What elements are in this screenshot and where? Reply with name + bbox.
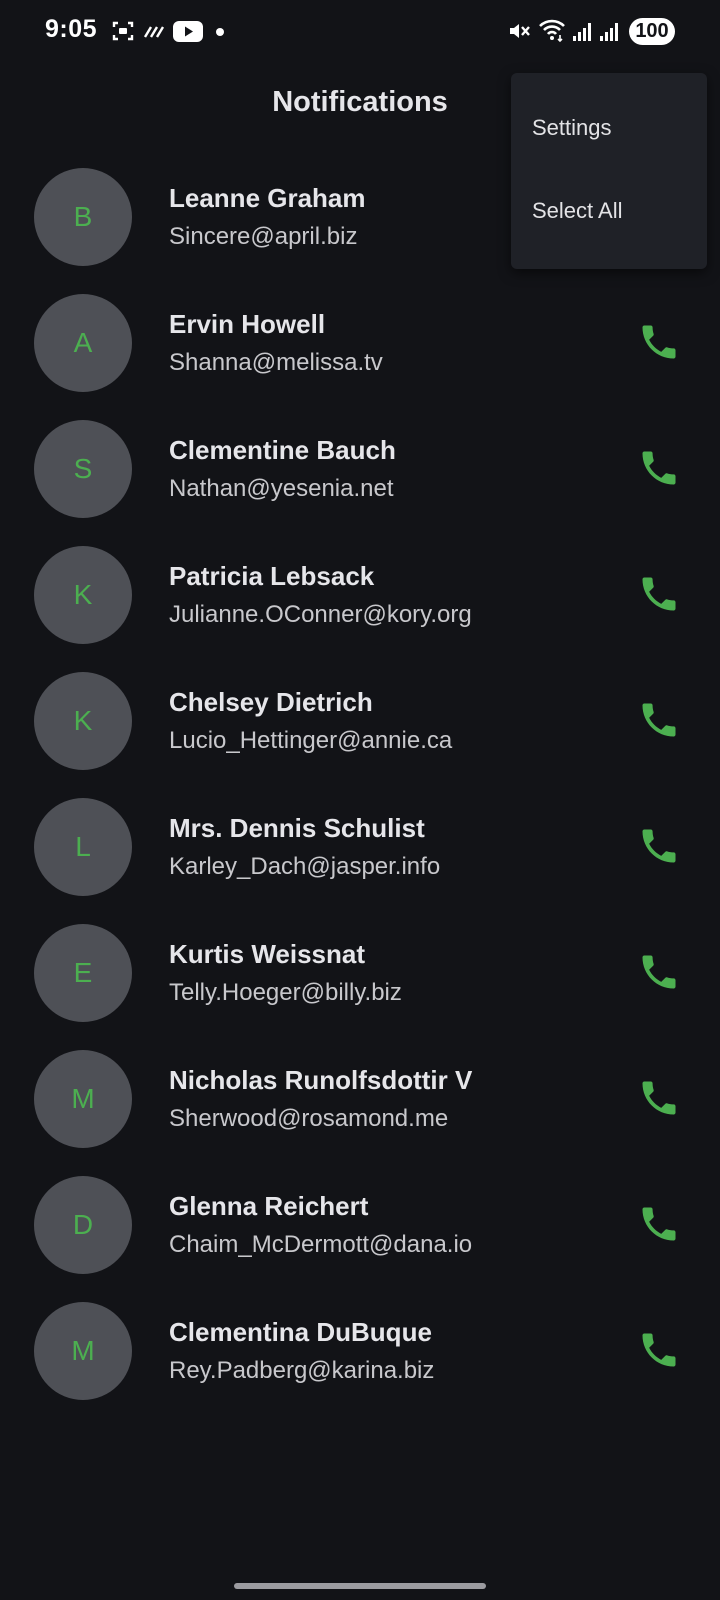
contact-email: Rey.Padberg@karina.biz — [169, 1357, 435, 1384]
menu-item-select-all[interactable]: Select All — [532, 198, 623, 224]
avatar: B — [34, 168, 132, 266]
phone-icon[interactable] — [637, 1328, 681, 1372]
avatar: K — [34, 672, 132, 770]
avatar: A — [34, 294, 132, 392]
contact-email: Shanna@melissa.tv — [169, 349, 383, 376]
contact-row[interactable]: S Clementine Bauch Nathan@yesenia.net — [0, 420, 720, 546]
youtube-icon — [173, 21, 203, 42]
phone-icon[interactable] — [637, 1202, 681, 1246]
phone-icon[interactable] — [637, 572, 681, 616]
contact-row[interactable]: L Mrs. Dennis Schulist Karley_Dach@jaspe… — [0, 798, 720, 924]
avatar: S — [34, 420, 132, 518]
status-time: 9:05 — [45, 15, 98, 43]
signal-icon — [600, 23, 618, 41]
contact-name: Ervin Howell — [169, 309, 326, 339]
home-indicator[interactable] — [234, 1583, 486, 1589]
contact-row[interactable]: A Ervin Howell Shanna@melissa.tv — [0, 294, 720, 420]
contact-row[interactable]: K Patricia Lebsack Julianne.OConner@kory… — [0, 546, 720, 672]
phone-icon[interactable] — [637, 1076, 681, 1120]
avatar: L — [34, 798, 132, 896]
status-bar: 9:05 100 — [0, 0, 720, 64]
phone-icon[interactable] — [637, 698, 681, 742]
phone-icon[interactable] — [637, 446, 681, 490]
screenshot-icon — [112, 21, 134, 41]
contact-row[interactable]: M Clementina DuBuque Rey.Padberg@karina.… — [0, 1302, 720, 1428]
avatar: M — [34, 1302, 132, 1400]
contact-row[interactable]: M Nicholas Runolfsdottir V Sherwood@rosa… — [0, 1050, 720, 1176]
menu-item-settings[interactable]: Settings — [532, 115, 612, 141]
contact-list: B Leanne Graham Sincere@april.biz A Ervi… — [0, 168, 720, 1428]
contact-row[interactable]: K Chelsey Dietrich Lucio_Hettinger@annie… — [0, 672, 720, 798]
contact-name: Patricia Lebsack — [169, 561, 375, 591]
contact-email: Julianne.OConner@kory.org — [169, 601, 472, 628]
contact-name: Kurtis Weissnat — [169, 939, 366, 969]
avatar: K — [34, 546, 132, 644]
phone-icon[interactable] — [637, 824, 681, 868]
contact-email: Karley_Dach@jasper.info — [169, 853, 441, 880]
mute-icon — [510, 24, 530, 38]
contact-email: Sherwood@rosamond.me — [169, 1105, 449, 1132]
contact-name: Clementina DuBuque — [169, 1317, 432, 1347]
data-saver-icon — [143, 26, 165, 38]
overflow-menu: Settings Select All — [511, 73, 707, 269]
contact-name: Leanne Graham — [169, 183, 366, 213]
contact-email: Lucio_Hettinger@annie.ca — [169, 727, 453, 754]
phone-icon[interactable] — [637, 320, 681, 364]
contact-name: Chelsey Dietrich — [169, 687, 373, 717]
contact-row[interactable]: E Kurtis Weissnat Telly.Hoeger@billy.biz — [0, 924, 720, 1050]
contact-email: Nathan@yesenia.net — [169, 475, 394, 502]
contact-email: Chaim_McDermott@dana.io — [169, 1231, 473, 1258]
avatar: E — [34, 924, 132, 1022]
contact-name: Glenna Reichert — [169, 1191, 369, 1221]
signal-icon — [573, 23, 591, 41]
contact-email: Sincere@april.biz — [169, 223, 358, 250]
battery-indicator: 100 — [629, 18, 675, 45]
avatar: M — [34, 1050, 132, 1148]
contact-row[interactable]: D Glenna Reichert Chaim_McDermott@dana.i… — [0, 1176, 720, 1302]
contact-name: Mrs. Dennis Schulist — [169, 813, 425, 843]
contact-email: Telly.Hoeger@billy.biz — [169, 979, 402, 1006]
avatar: D — [34, 1176, 132, 1274]
contact-name: Clementine Bauch — [169, 435, 396, 465]
wifi-icon — [539, 19, 565, 43]
notification-dot-icon — [216, 28, 224, 36]
phone-icon[interactable] — [637, 950, 681, 994]
contact-name: Nicholas Runolfsdottir V — [169, 1065, 473, 1095]
